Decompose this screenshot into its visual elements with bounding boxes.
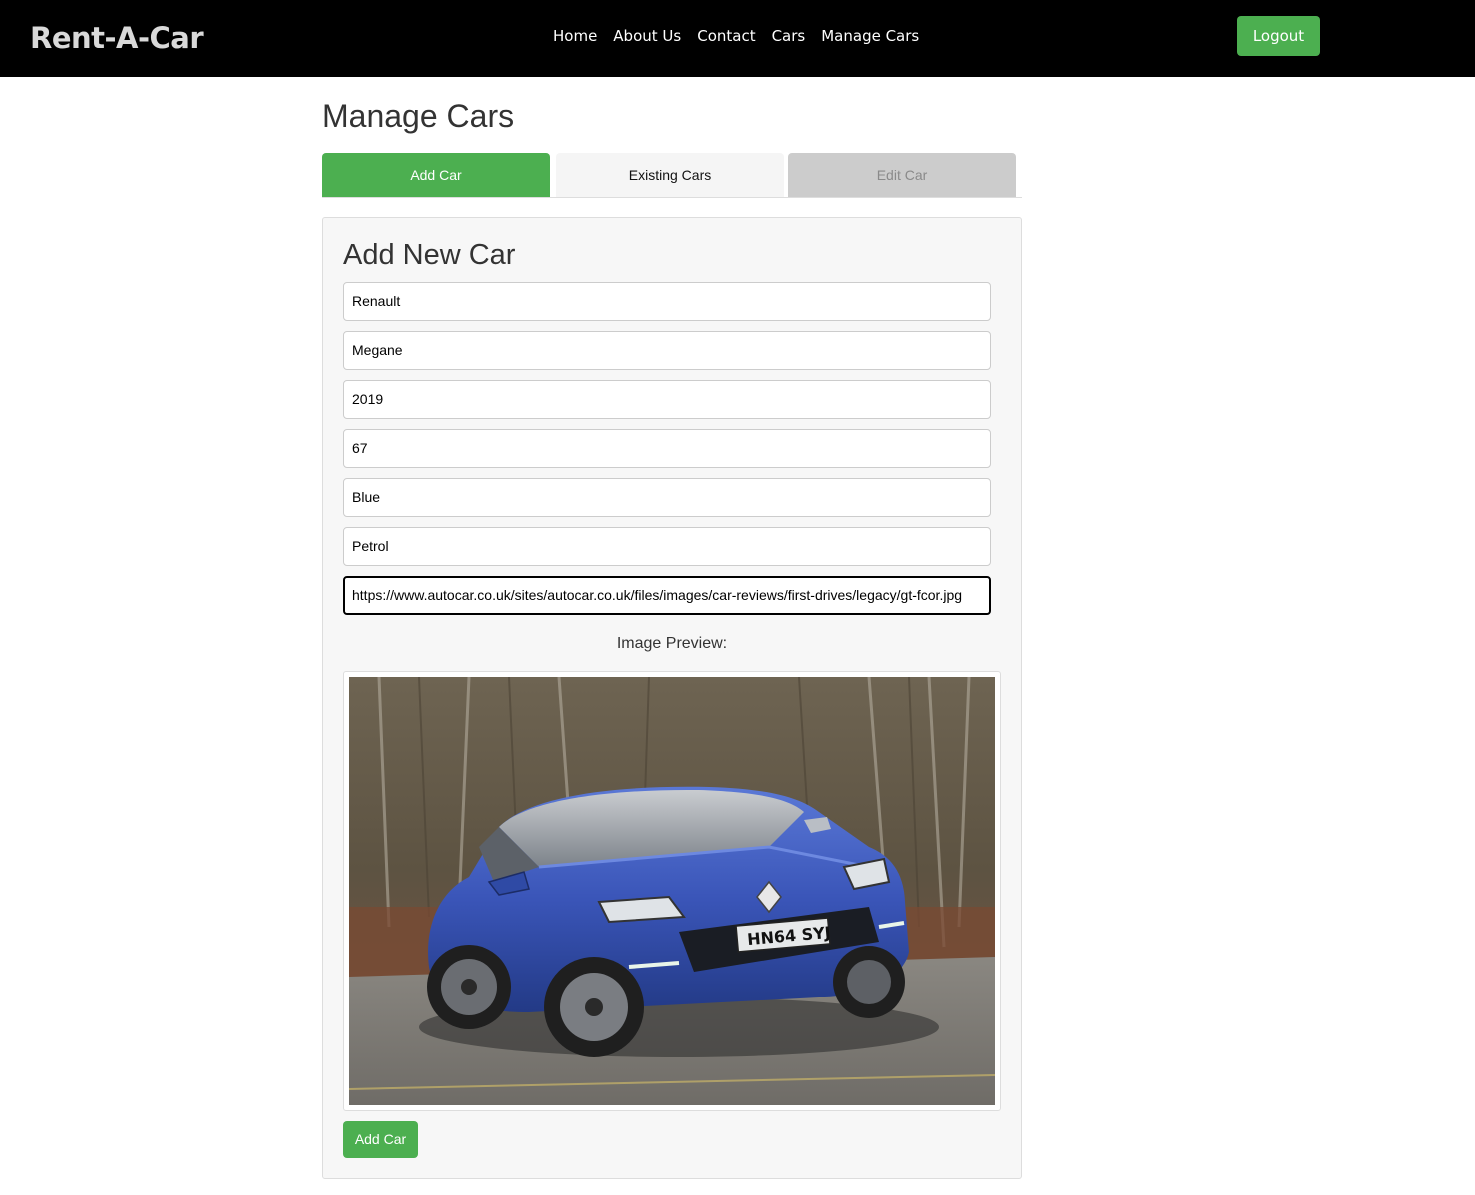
model-field[interactable]: Megane — [343, 331, 991, 370]
fuel-type-field[interactable]: Petrol — [343, 527, 991, 566]
logout-button[interactable]: Logout — [1237, 16, 1320, 56]
nav-link-about-us[interactable]: About Us — [613, 26, 681, 46]
site-logo[interactable]: Rent-A-Car — [30, 18, 204, 58]
manage-tabs: Add Car Existing Cars Edit Car — [322, 153, 1022, 198]
add-car-form: Add New Car Renault Megane 2019 67 Blue … — [322, 217, 1022, 1179]
image-url-field[interactable]: https://www.autocar.co.uk/sites/autocar.… — [343, 576, 991, 615]
image-preview-label: Image Preview: — [616, 635, 728, 652]
nav-link-contact[interactable]: Contact — [697, 26, 755, 46]
page-title: Manage Cars — [322, 98, 515, 134]
tab-existing-cars[interactable]: Existing Cars — [556, 153, 784, 197]
price-field[interactable]: 67 — [343, 429, 991, 468]
tab-add-car[interactable]: Add Car — [322, 153, 550, 197]
car-preview-image: HN64 SYJ — [349, 677, 995, 1105]
color-field[interactable]: Blue — [343, 478, 991, 517]
make-field[interactable]: Renault — [343, 282, 991, 321]
nav-link-manage-cars[interactable]: Manage Cars — [821, 26, 919, 46]
add-car-submit-button[interactable]: Add Car — [343, 1121, 418, 1158]
year-field[interactable]: 2019 — [343, 380, 991, 419]
image-preview: HN64 SYJ — [343, 671, 1001, 1111]
site-header: Rent-A-Car Home About Us Contact Cars Ma… — [0, 0, 1475, 77]
nav-link-cars[interactable]: Cars — [772, 26, 806, 46]
main-nav: Home About Us Contact Cars Manage Cars — [553, 26, 919, 46]
tab-edit-car[interactable]: Edit Car — [788, 153, 1016, 197]
nav-link-home[interactable]: Home — [553, 26, 597, 46]
form-title: Add New Car — [343, 239, 516, 271]
